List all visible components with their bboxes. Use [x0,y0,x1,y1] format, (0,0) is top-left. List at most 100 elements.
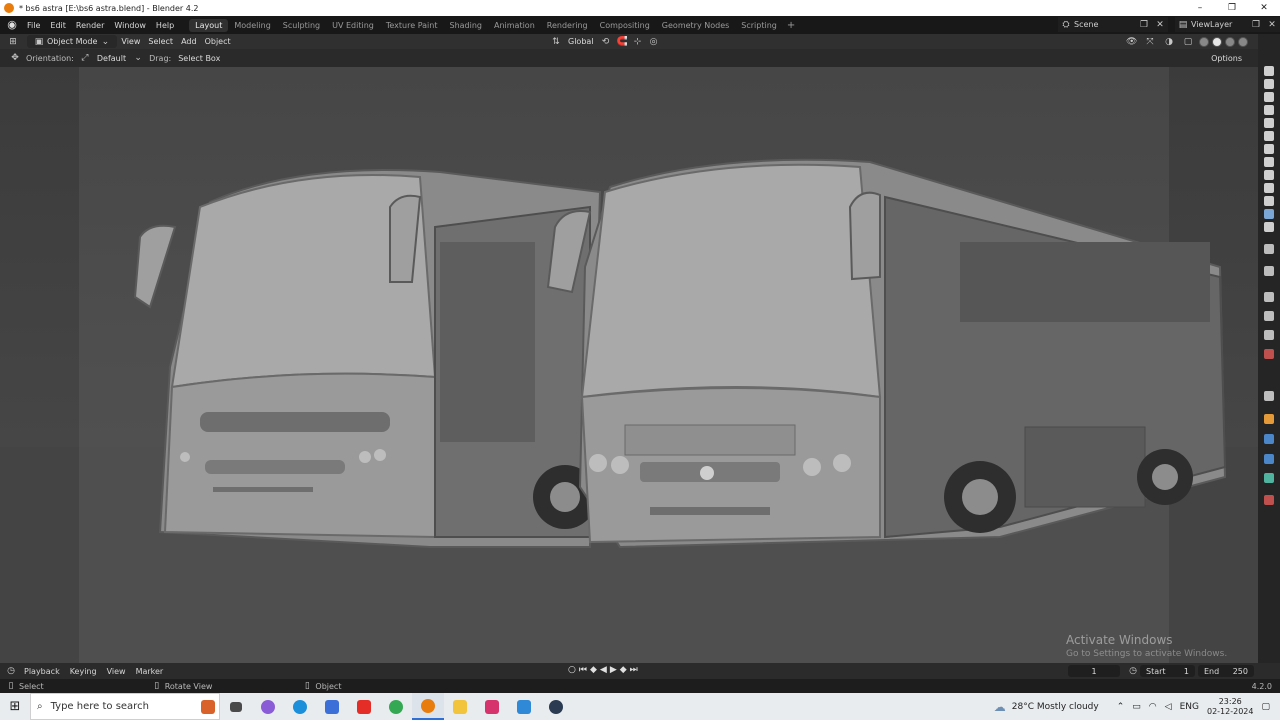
material-shading-icon[interactable] [1225,36,1235,47]
proportional-edit-icon[interactable]: ◎ [649,37,659,47]
rendered-shading-icon[interactable] [1238,36,1248,47]
drag-value[interactable]: Select Box [174,54,224,63]
delete-scene-icon[interactable]: ✕ [1155,20,1165,30]
physics-properties-icon[interactable] [1264,473,1274,483]
network-icon[interactable]: ▭ [1132,702,1141,712]
material-properties-icon[interactable] [1264,495,1274,505]
snap-target-icon[interactable]: ⊹ [633,37,643,47]
menu-edit[interactable]: Edit [45,21,71,30]
transform-orientation-icon[interactable]: ⇅ [551,37,561,47]
scene-name[interactable]: Scene [1074,20,1098,29]
copilot-icon[interactable] [252,693,284,720]
camera-visibility-icon[interactable] [1264,105,1274,115]
output-properties-icon[interactable] [1264,292,1274,302]
menu-help[interactable]: Help [151,21,179,30]
wireframe-shading-icon[interactable] [1199,36,1209,47]
task-view-icon[interactable] [220,693,252,720]
camera-visibility-icon[interactable] [1264,118,1274,128]
camera-visibility-icon[interactable] [1264,183,1274,193]
jump-start-icon[interactable]: ⏮ [579,665,587,675]
editor-type-icon[interactable]: ⊞ [8,37,18,47]
camera-visibility-icon[interactable] [1264,209,1274,219]
bus-models[interactable] [0,67,1258,663]
instagram-icon[interactable] [476,693,508,720]
blender-taskbar-icon[interactable] [412,693,444,720]
camera-visibility-icon[interactable] [1264,170,1274,180]
weather-text[interactable]: 28°C Mostly cloudy [1012,702,1099,712]
scene-selector[interactable]: ⛭ Scene ❐ ✕ [1058,17,1168,32]
jump-keyframe-forward-icon[interactable]: ◆ [620,665,627,675]
photos-icon[interactable] [508,693,540,720]
gizmo-icon[interactable]: ⤧ [1145,37,1155,47]
wifi-icon[interactable]: ◠ [1149,702,1157,712]
new-viewlayer-icon[interactable]: ❐ [1251,20,1261,30]
scene-properties-icon[interactable] [1264,330,1274,340]
bus-model-right[interactable] [546,158,1227,549]
search-highlight-icon[interactable] [201,699,215,714]
world-properties-icon[interactable] [1264,349,1274,359]
orientation-value[interactable]: Default [93,54,130,63]
header-menu-select[interactable]: Select [144,35,177,48]
tab-animation[interactable]: Animation [488,19,541,32]
chrome-browser-icon[interactable] [380,693,412,720]
play-icon[interactable]: ▶ [610,665,617,675]
timeline-playback-menu[interactable]: Playback [19,667,65,676]
edge-browser-icon[interactable] [284,693,316,720]
chevron-down-icon[interactable]: ⌄ [133,53,143,63]
camera-visibility-icon[interactable] [1264,92,1274,102]
camera-visibility-icon[interactable] [1264,196,1274,206]
pivot-icon[interactable]: ⟲ [601,37,611,47]
bus-model-left[interactable] [133,169,602,548]
timeline-keying-menu[interactable]: Keying [65,667,102,676]
maximize-button[interactable]: ❐ [1216,0,1248,16]
language-indicator[interactable]: ENG [1180,702,1199,712]
tab-layout[interactable]: Layout [189,18,229,32]
overlay-icon[interactable]: ◑ [1164,37,1174,47]
tab-rendering[interactable]: Rendering [541,19,594,32]
tab-sculpting[interactable]: Sculpting [277,19,326,32]
record-icon[interactable]: ○ [568,665,576,675]
header-menu-object[interactable]: Object [201,35,235,48]
chevron-up-icon[interactable]: ⌃ [1117,702,1125,712]
orientation-global[interactable]: Global [564,35,598,48]
options-dropdown[interactable]: Options [1207,54,1246,63]
play-reverse-icon[interactable]: ◀ [600,665,607,675]
header-menu-add[interactable]: Add [177,35,201,48]
store-icon[interactable] [316,693,348,720]
camera-visibility-icon[interactable] [1264,222,1274,232]
minimize-button[interactable]: – [1184,0,1216,16]
clock-icon[interactable]: ◷ [1128,666,1138,676]
tab-texture-paint[interactable]: Texture Paint [380,19,444,32]
tab-compositing[interactable]: Compositing [594,19,656,32]
new-scene-icon[interactable]: ❐ [1139,20,1149,30]
collection-properties-icon[interactable] [1264,391,1274,401]
tab-geometry-nodes[interactable]: Geometry Nodes [656,19,735,32]
mode-selector[interactable]: ▣ Object Mode ⌄ [27,35,118,48]
object-properties-icon[interactable] [1264,414,1274,424]
taskbar-search-input[interactable]: ⌕ Type here to search [30,693,220,720]
steam-icon[interactable] [540,693,572,720]
timeline-marker-menu[interactable]: Marker [131,667,169,676]
timeline-editor-icon[interactable]: ◷ [6,666,16,676]
end-frame-field[interactable]: End 250 [1198,665,1254,677]
viewlayer-selector[interactable]: ▤ ViewLayer ❐ ✕ [1175,17,1280,32]
menu-window[interactable]: Window [109,21,151,30]
particles-properties-icon[interactable] [1264,454,1274,464]
blender-logo-icon[interactable]: ◉ [6,19,18,31]
camera-visibility-icon[interactable] [1264,66,1274,76]
xray-icon[interactable]: ▢ [1183,37,1193,47]
tab-scripting[interactable]: Scripting [735,19,783,32]
notifications-icon[interactable]: ▢ [1261,702,1270,712]
current-frame-field[interactable]: 1 [1068,665,1120,677]
file-explorer-icon[interactable] [444,693,476,720]
header-menu-view[interactable]: View [117,35,144,48]
weather-icon[interactable]: ☁ [994,700,1006,714]
tab-shading[interactable]: Shading [443,19,488,32]
windows-start-icon[interactable]: ⊞ [0,693,30,720]
jump-keyframe-back-icon[interactable]: ◆ [590,665,597,675]
start-frame-field[interactable]: Start 1 [1140,665,1195,677]
tab-uv-editing[interactable]: UV Editing [326,19,380,32]
camera-visibility-icon[interactable] [1264,144,1274,154]
camera-visibility-icon[interactable] [1264,131,1274,141]
tool-properties-icon[interactable] [1264,244,1274,254]
